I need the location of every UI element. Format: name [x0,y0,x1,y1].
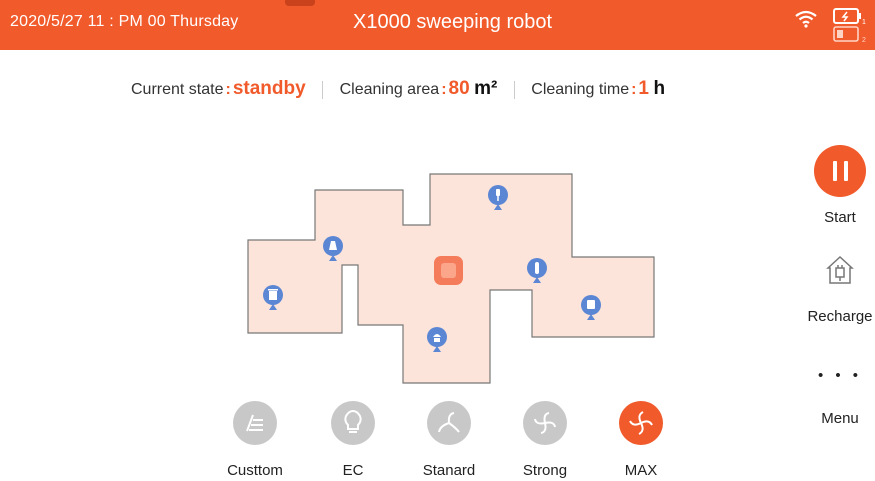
mode-max-label: MAX [624,462,658,479]
mode-max-button[interactable]: MAX [606,401,676,479]
mode-ec-label: EC [342,462,364,479]
mode-strong-button[interactable]: Strong [510,401,580,479]
fan-icon [427,401,471,445]
start-button[interactable]: Start [805,145,875,226]
bulb-icon [331,401,375,445]
start-label: Start [824,209,856,226]
mode-strong-label: Strong [522,462,568,479]
menu-button[interactable]: • • • Menu [805,366,875,427]
menu-label: Menu [821,410,859,427]
more-dots-icon: • • • [817,367,863,384]
fan-icon [619,401,663,445]
mode-custom-label: Custtom [227,462,283,479]
pause-icon [814,145,866,197]
recharge-label: Recharge [807,308,873,325]
fan-icon [523,401,567,445]
mode-custom-button[interactable]: Custtom [220,401,290,479]
custom-icon [233,401,277,445]
recharge-button[interactable]: Recharge [805,254,875,325]
home-icon [826,255,854,284]
mode-standard-label: Stanard [422,462,476,479]
mode-standard-button[interactable]: Stanard [414,401,484,479]
mode-ec-button[interactable]: EC [318,401,388,479]
robot-icon[interactable] [434,256,463,285]
